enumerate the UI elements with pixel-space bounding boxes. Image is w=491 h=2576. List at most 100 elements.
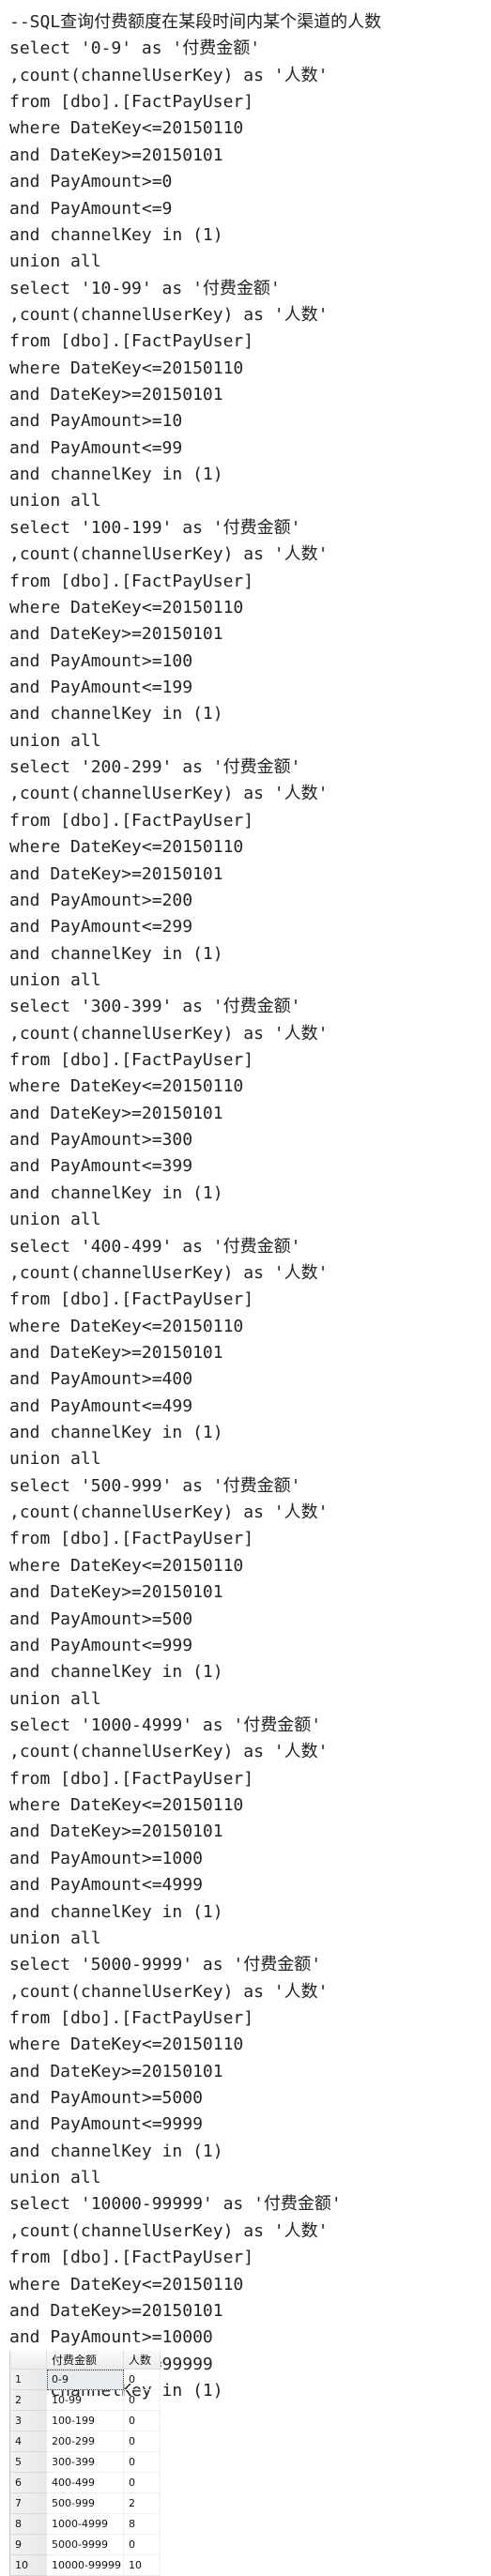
cell-user-count[interactable]: 0 xyxy=(123,2369,161,2390)
table-row[interactable]: 2 10-99 0 xyxy=(9,2389,161,2411)
code-line: where DateKey<=20150110 xyxy=(9,597,244,617)
table-row[interactable]: 5 300-399 0 xyxy=(9,2451,161,2473)
code-line: and PayAmount>=500 xyxy=(9,1608,193,1629)
table-row[interactable]: 7 500-999 2 xyxy=(9,2492,161,2514)
code-line: where DateKey<=20150110 xyxy=(9,1795,244,1816)
code-line: --SQL查询付费额度在某段时间内某个渠道的人数 xyxy=(9,12,382,32)
code-line: from [dbo].[FactPayUser] xyxy=(9,810,254,831)
code-line: and PayAmount<=4999 xyxy=(9,1875,203,1896)
code-line: select '400-499' as '付费金额' xyxy=(9,1236,301,1257)
code-line: and channelKey in (1) xyxy=(9,2141,223,2161)
code-line: and channelKey in (1) xyxy=(9,224,223,245)
code-line: ,count(channelUserKey) as '人数' xyxy=(9,1023,329,1044)
code-line: and channelKey in (1) xyxy=(9,1662,223,1683)
code-line: and DateKey>=20150101 xyxy=(9,1103,223,1123)
row-number[interactable]: 6 xyxy=(9,2472,47,2493)
results-grid: 付费金额 人数 1 0-9 0 2 10-99 0 3 100-199 0 4 200-299 0 5 3… xyxy=(9,2351,161,2576)
code-line: and DateKey>=20150101 xyxy=(9,1342,223,1363)
cell-user-count[interactable]: 0 xyxy=(123,2389,161,2411)
code-line: from [dbo].[FactPayUser] xyxy=(9,1289,254,1310)
code-line: and DateKey>=20150101 xyxy=(9,145,223,165)
cell-user-count[interactable]: 0 xyxy=(123,2410,161,2431)
cell-user-count[interactable]: 0 xyxy=(123,2451,161,2473)
code-line: ,count(channelUserKey) as '人数' xyxy=(9,304,329,325)
code-line: select '5000-9999' as '付费金额' xyxy=(9,1955,322,1975)
cell-user-count[interactable]: 10 xyxy=(123,2554,161,2576)
row-number[interactable]: 3 xyxy=(9,2410,47,2431)
code-line: select '0-9' as '付费金额' xyxy=(9,38,261,59)
code-line: from [dbo].[FactPayUser] xyxy=(9,2248,254,2268)
cell-user-count[interactable]: 0 xyxy=(123,2534,161,2555)
cell-user-count[interactable]: 8 xyxy=(123,2513,161,2535)
code-line: from [dbo].[FactPayUser] xyxy=(9,1050,254,1071)
cell-amount-range[interactable]: 10000-99999 xyxy=(46,2554,124,2576)
code-line: union all xyxy=(9,969,101,990)
code-line: where DateKey<=20150110 xyxy=(9,2274,244,2294)
table-row[interactable]: 8 1000-4999 8 xyxy=(9,2513,161,2535)
code-line: union all xyxy=(9,2168,101,2188)
code-line: and channelKey in (1) xyxy=(9,1901,223,1922)
sql-editor[interactable]: --SQL查询付费额度在某段时间内某个渠道的人数 select '0-9' as … xyxy=(9,9,381,2404)
row-number[interactable]: 7 xyxy=(9,2492,47,2514)
code-line: and DateKey>=20150101 xyxy=(9,2061,223,2081)
code-line: and PayAmount<=199 xyxy=(9,677,193,697)
code-line: from [dbo].[FactPayUser] xyxy=(9,1529,254,1549)
code-line: and PayAmount>=400 xyxy=(9,1369,193,1390)
code-line: and channelKey in (1) xyxy=(9,465,223,485)
results-header-row: 付费金额 人数 xyxy=(9,2351,161,2370)
code-line: select '10-99' as '付费金额' xyxy=(9,278,281,298)
table-row[interactable]: 10 10000-99999 10 xyxy=(9,2554,161,2576)
cell-amount-range[interactable]: 5000-9999 xyxy=(46,2534,124,2555)
code-line: select '10000-99999' as '付费金额' xyxy=(9,2194,342,2215)
row-number[interactable]: 8 xyxy=(9,2513,47,2535)
cell-amount-range[interactable]: 200-299 xyxy=(46,2431,124,2452)
cell-amount-range[interactable]: 100-199 xyxy=(46,2410,124,2431)
column-header-amount[interactable]: 付费金额 xyxy=(46,2351,124,2370)
row-number[interactable]: 9 xyxy=(9,2534,47,2555)
column-header-count[interactable]: 人数 xyxy=(123,2351,161,2370)
code-line: and PayAmount<=9 xyxy=(9,198,173,219)
table-row[interactable]: 3 100-199 0 xyxy=(9,2410,161,2431)
cell-amount-range[interactable]: 10-99 xyxy=(46,2389,124,2411)
code-line: and DateKey>=20150101 xyxy=(9,2300,223,2321)
code-line: union all xyxy=(9,252,101,272)
row-number[interactable]: 10 xyxy=(9,2554,47,2576)
code-line: where DateKey<=20150110 xyxy=(9,2035,244,2055)
cell-amount-range[interactable]: 400-499 xyxy=(46,2472,124,2493)
code-line: and PayAmount>=10000 xyxy=(9,2327,213,2348)
code-line: and PayAmount<=999 xyxy=(9,1635,193,1655)
code-line: and channelKey in (1) xyxy=(9,704,223,724)
code-line: select '300-399' as '付费金额' xyxy=(9,997,301,1017)
cell-amount-range[interactable]: 1000-4999 xyxy=(46,2513,124,2535)
row-number[interactable]: 5 xyxy=(9,2451,47,2473)
code-line: and PayAmount<=99 xyxy=(9,437,183,458)
code-line: union all xyxy=(9,1449,101,1470)
code-line: and PayAmount>=0 xyxy=(9,172,173,192)
code-line: select '500-999' as '付费金额' xyxy=(9,1475,301,1496)
cell-user-count[interactable]: 2 xyxy=(123,2492,161,2514)
row-number[interactable]: 1 xyxy=(9,2369,47,2390)
code-line: and channelKey in (1) xyxy=(9,943,223,964)
table-row[interactable]: 9 5000-9999 0 xyxy=(9,2534,161,2555)
cell-amount-range[interactable]: 300-399 xyxy=(46,2451,124,2473)
cell-amount-range[interactable]: 500-999 xyxy=(46,2492,124,2514)
cell-user-count[interactable]: 0 xyxy=(123,2431,161,2452)
row-number[interactable]: 4 xyxy=(9,2431,47,2452)
cell-amount-range[interactable]: 0-9 xyxy=(46,2369,124,2390)
row-number-header xyxy=(9,2351,47,2370)
cell-user-count[interactable]: 0 xyxy=(123,2472,161,2493)
code-line: from [dbo].[FactPayUser] xyxy=(9,2007,254,2028)
code-line: and PayAmount>=100 xyxy=(9,650,193,671)
table-row[interactable]: 4 200-299 0 xyxy=(9,2431,161,2452)
code-line: ,count(channelUserKey) as '人数' xyxy=(9,1262,329,1283)
code-line: union all xyxy=(9,1210,101,1230)
code-line: ,count(channelUserKey) as '人数' xyxy=(9,1502,329,1523)
row-number[interactable]: 2 xyxy=(9,2389,47,2411)
code-line: where DateKey<=20150110 xyxy=(9,1316,244,1336)
code-line: and channelKey in (1) xyxy=(9,1423,223,1443)
code-line: where DateKey<=20150110 xyxy=(9,1555,244,1576)
table-row[interactable]: 1 0-9 0 xyxy=(9,2369,161,2390)
code-line: and PayAmount>=200 xyxy=(9,890,193,910)
code-line: ,count(channelUserKey) as '人数' xyxy=(9,544,329,565)
table-row[interactable]: 6 400-499 0 xyxy=(9,2472,161,2493)
